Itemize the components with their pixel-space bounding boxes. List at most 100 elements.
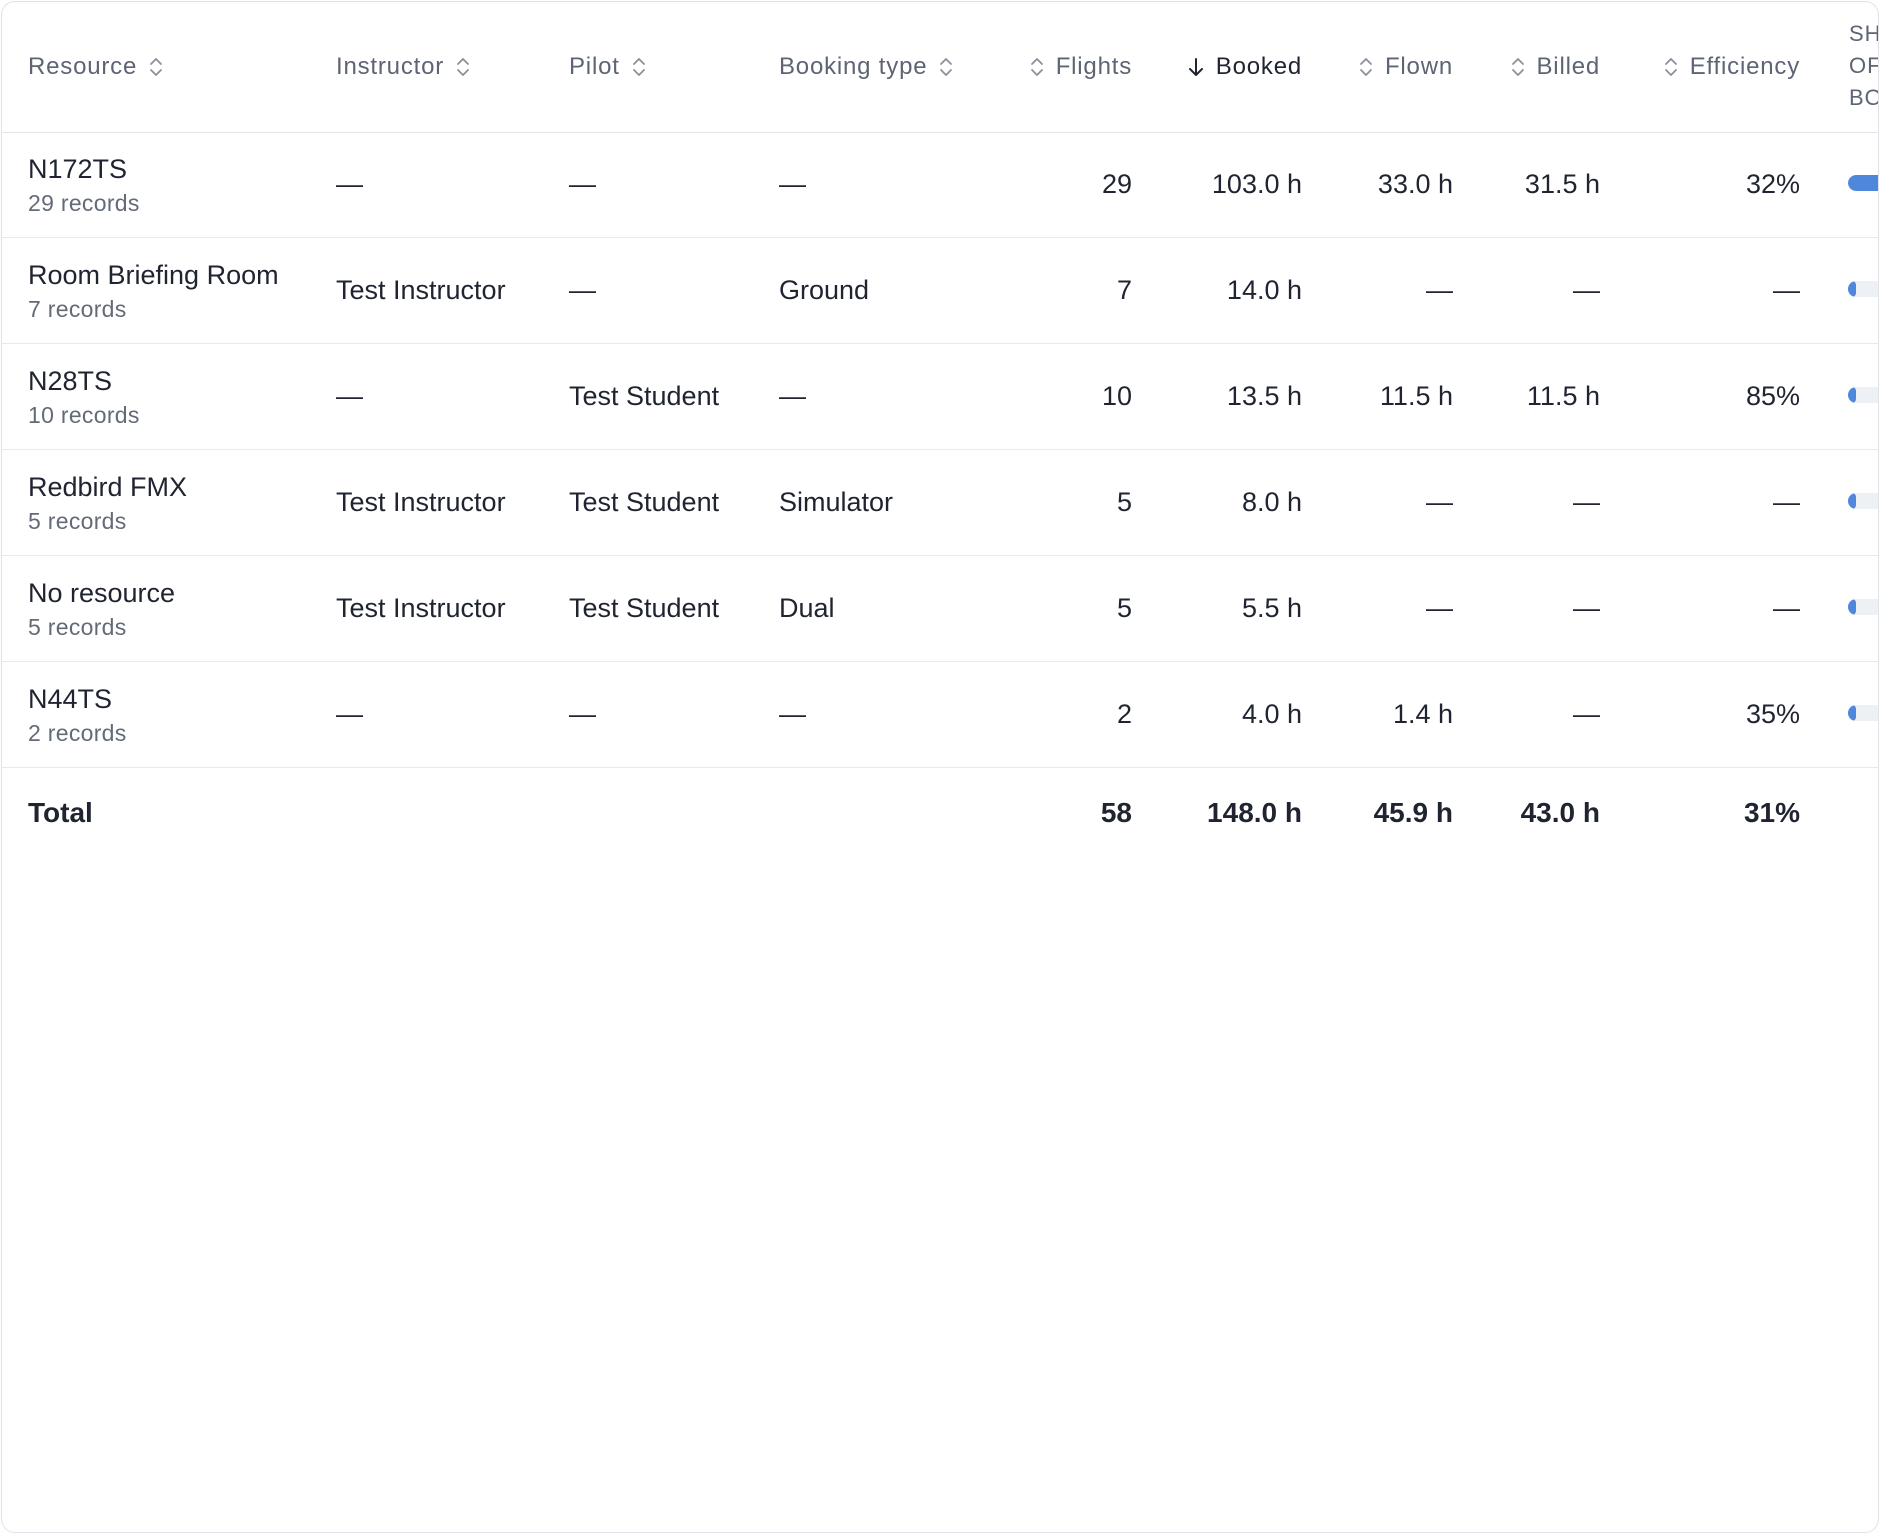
cell-resource: Redbird FMX 5 records xyxy=(28,470,187,538)
cell-booking-type: Dual xyxy=(779,593,835,623)
cell-flown: — xyxy=(1426,275,1453,305)
total-flown: 45.9 h xyxy=(1373,797,1453,828)
cell-efficiency: — xyxy=(1773,593,1800,623)
cell-billed: — xyxy=(1573,487,1600,517)
cell-efficiency: 85% xyxy=(1745,381,1800,411)
sort-icon xyxy=(1360,58,1372,76)
cell-billed: — xyxy=(1573,593,1600,623)
resource-name: N44TS xyxy=(28,684,113,714)
record-count: 7 records xyxy=(28,296,127,322)
cell-billed: — xyxy=(1573,699,1600,729)
cell-pilot: — xyxy=(569,169,596,199)
table-row[interactable]: Room Briefing Room 7 records Test Instruct… xyxy=(2,238,1878,344)
cell-instructor: Test Instructor xyxy=(336,487,506,517)
resource-name: N28TS xyxy=(28,366,113,396)
resource-name: No resource xyxy=(28,578,176,608)
sort-icon xyxy=(457,58,469,76)
share-bar-fill xyxy=(1848,387,1856,403)
share-bar xyxy=(1848,281,1878,297)
column-header-pilot[interactable]: Pilot xyxy=(569,2,646,132)
cell-flown: 11.5 h xyxy=(1379,381,1453,411)
report-table: Resource Instructor Pilot Booking type F… xyxy=(1,1,1879,1533)
cell-booked: 14.0 h xyxy=(1226,275,1302,305)
cell-resource: N44TS 2 records xyxy=(28,682,127,750)
cell-instructor: — xyxy=(336,381,363,411)
record-count: 2 records xyxy=(28,720,127,746)
cell-instructor: Test Instructor xyxy=(336,593,506,623)
column-header-billed[interactable]: Billed xyxy=(1472,2,1600,132)
cell-booking-type: Simulator xyxy=(779,487,894,517)
cell-flights: 5 xyxy=(1116,593,1132,623)
cell-booked: 4.0 h xyxy=(1241,699,1302,729)
column-header-booking-type[interactable]: Booking type xyxy=(779,2,953,132)
record-count: 5 records xyxy=(28,508,127,534)
share-bar-fill xyxy=(1848,281,1856,297)
cell-flown: 33.0 h xyxy=(1377,169,1453,199)
sort-icon xyxy=(1664,58,1677,76)
share-bar-fill xyxy=(1848,493,1856,509)
cell-flights: 29 xyxy=(1101,169,1132,199)
cell-efficiency: — xyxy=(1773,275,1800,305)
sort-icon xyxy=(1511,58,1524,76)
table-row[interactable]: N44TS 2 records — — — 2 4.0 h 1.4 h — 35% xyxy=(2,662,1878,768)
cell-booked: 5.5 h xyxy=(1241,593,1302,623)
cell-billed: 31.5 h xyxy=(1524,169,1600,199)
arrow-down-icon xyxy=(1188,58,1203,76)
cell-flights: 7 xyxy=(1116,275,1132,305)
total-efficiency: 31% xyxy=(1743,797,1800,828)
cell-resource: No resource 5 records xyxy=(28,576,175,644)
cell-instructor: Test Instructor xyxy=(336,275,506,305)
resource-name: Redbird FMX xyxy=(28,472,188,502)
cell-pilot: Test Student xyxy=(569,593,720,623)
column-header-share[interactable]: SH OF BO xyxy=(1849,18,1878,114)
cell-instructor: — xyxy=(336,699,363,729)
total-flights: 58 xyxy=(1100,797,1132,828)
table-row[interactable]: Redbird FMX 5 records Test Instructor Test … xyxy=(2,450,1878,556)
cell-pilot: Test Student xyxy=(569,487,720,517)
total-booked: 148.0 h xyxy=(1207,797,1302,828)
column-header-flights[interactable]: Flights xyxy=(962,2,1132,132)
cell-flights: 2 xyxy=(1116,699,1132,729)
share-bar-fill xyxy=(1848,599,1856,615)
cell-resource: Room Briefing Room 7 records xyxy=(28,258,279,326)
cell-booked: 8.0 h xyxy=(1241,487,1302,517)
cell-booking-type: — xyxy=(779,699,806,729)
sort-icon xyxy=(150,58,163,76)
table-header: Resource Instructor Pilot Booking type F… xyxy=(2,2,1878,133)
cell-instructor: — xyxy=(336,169,363,199)
share-bar-fill xyxy=(1848,175,1878,191)
cell-efficiency: 32% xyxy=(1745,169,1800,199)
share-bar xyxy=(1848,493,1878,509)
column-header-efficiency[interactable]: Efficiency xyxy=(1622,2,1800,132)
cell-billed: 11.5 h xyxy=(1526,381,1600,411)
cell-booking-type: Ground xyxy=(779,275,870,305)
cell-resource: N28TS 10 records xyxy=(28,364,140,432)
record-count: 5 records xyxy=(28,614,127,640)
table-row[interactable]: N28TS 10 records — Test Student — 10 13.5 h 11.… xyxy=(2,344,1878,450)
cell-resource: N172TS 29 records xyxy=(28,152,140,220)
cell-booked: 13.5 h xyxy=(1226,381,1302,411)
total-label: Total xyxy=(28,797,93,828)
column-header-booked[interactable]: Booked xyxy=(1142,2,1302,132)
column-header-instructor[interactable]: Instructor xyxy=(336,2,470,132)
cell-pilot: — xyxy=(569,699,596,729)
share-bar-fill xyxy=(1848,705,1856,721)
table-row[interactable]: N172TS 29 records — — — 29 103.0 h 33.0 h 31.5 h… xyxy=(2,132,1878,238)
cell-booked: 103.0 h xyxy=(1211,169,1302,199)
sort-icon xyxy=(1030,58,1043,76)
cell-flights: 10 xyxy=(1101,381,1132,411)
cell-pilot: — xyxy=(569,275,596,305)
total-row: Total 58 148.0 h 45.9 h 43.0 h 31% xyxy=(2,768,1878,858)
cell-pilot: Test Student xyxy=(569,381,720,411)
cell-flights: 5 xyxy=(1116,487,1132,517)
record-count: 29 records xyxy=(28,190,140,216)
table-row[interactable]: No resource 5 records Test Instructor Test … xyxy=(2,556,1878,662)
sort-icon xyxy=(632,58,645,76)
record-count: 10 records xyxy=(28,402,140,428)
share-bar xyxy=(1848,175,1878,191)
column-header-resource[interactable]: Resource xyxy=(28,2,163,132)
cell-booking-type: — xyxy=(779,169,806,199)
column-header-flown[interactable]: Flown xyxy=(1322,2,1453,132)
share-bar xyxy=(1848,387,1878,403)
cell-flown: 1.4 h xyxy=(1392,699,1453,729)
